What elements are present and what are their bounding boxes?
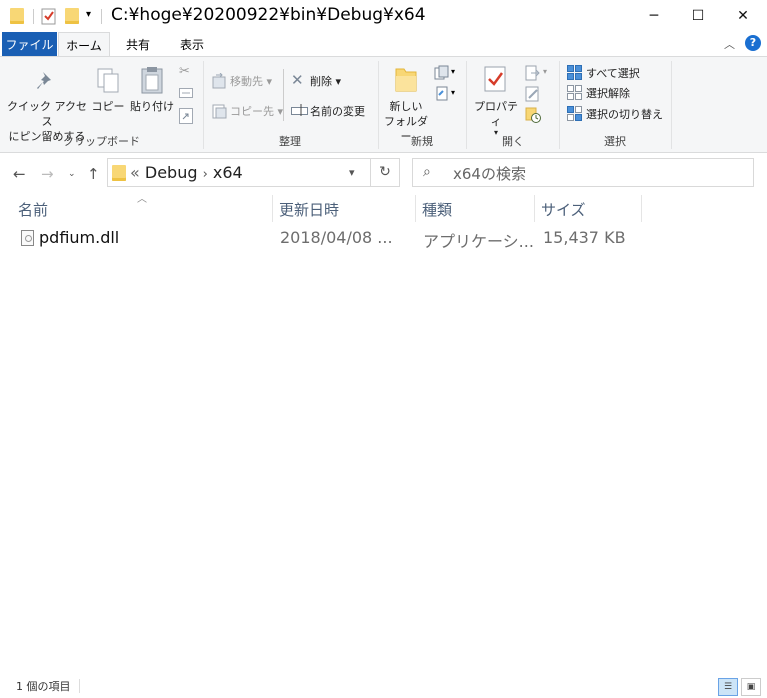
- copy-to-button[interactable]: コピー先 ▾: [230, 103, 283, 119]
- breadcrumb-x64[interactable]: x64: [213, 163, 243, 182]
- select-group-label: 選択: [604, 135, 626, 148]
- item-count: 1 個の項目: [16, 680, 71, 693]
- collapse-ribbon-icon[interactable]: ︿: [724, 36, 735, 52]
- separator: [79, 679, 80, 693]
- address-dropdown-icon[interactable]: ▾: [349, 166, 355, 179]
- open-dropdown-icon[interactable]: ▾: [543, 67, 547, 76]
- new-folder-label-line-1: 新しい: [389, 100, 423, 113]
- cut-icon[interactable]: ✂: [179, 64, 190, 79]
- properties-quick-access-icon[interactable]: [41, 7, 57, 25]
- properties-icon: [484, 66, 506, 92]
- edit-icon[interactable]: [525, 86, 541, 102]
- file-modified: 2018/04/08 ...: [280, 228, 393, 247]
- copy-path-icon[interactable]: [179, 88, 193, 98]
- new-item-icon[interactable]: [434, 65, 450, 81]
- column-header-size[interactable]: サイズ: [535, 197, 641, 222]
- search-icon: ⌕: [423, 164, 431, 180]
- move-to-button[interactable]: 移動先 ▾: [230, 73, 272, 89]
- window-title: C:¥hoge¥20200922¥bin¥Debug¥x64: [111, 5, 426, 25]
- up-button[interactable]: ↑: [87, 165, 100, 183]
- breadcrumb: « Debug › x64: [130, 163, 243, 182]
- paste-button[interactable]: 貼り付け: [128, 99, 176, 114]
- separator: [33, 9, 34, 24]
- properties-button[interactable]: プロパティ ▾: [470, 99, 522, 137]
- search-box[interactable]: ⌕ x64の検索: [412, 158, 754, 187]
- maximize-button[interactable]: ☐: [675, 0, 721, 32]
- invert-selection-button[interactable]: 選択の切り替え: [586, 106, 663, 122]
- new-folder-quick-access-icon[interactable]: [65, 8, 79, 24]
- delete-icon: ✕: [291, 71, 304, 89]
- customize-quick-access-icon[interactable]: ▾: [86, 9, 91, 20]
- move-to-label: 移動先: [230, 75, 263, 88]
- properties-label: プロパティ: [474, 100, 518, 128]
- history-icon[interactable]: [525, 107, 541, 123]
- folder-icon: [112, 165, 126, 181]
- details-view-button[interactable]: ☰: [718, 678, 738, 696]
- rename-button[interactable]: 名前の変更: [310, 103, 365, 119]
- select-all-icon: [567, 65, 582, 80]
- select-all-button[interactable]: すべて選択: [586, 65, 640, 81]
- pin-label-line-1: クイック アクセス: [7, 100, 87, 128]
- breadcrumb-separator: ›: [202, 167, 208, 182]
- easy-access-dropdown-icon[interactable]: ▾: [451, 88, 455, 97]
- address-bar[interactable]: « Debug › x64 ▾: [107, 158, 371, 187]
- column-header-name[interactable]: 名前: [12, 197, 272, 222]
- folder-icon: [10, 8, 24, 24]
- file-type: アプリケーシ...: [423, 232, 534, 251]
- delete-label: 削除: [310, 75, 332, 88]
- easy-access-icon[interactable]: [434, 86, 450, 102]
- minimize-button[interactable]: ─: [631, 0, 677, 32]
- title-bar: ▾ C:¥hoge¥20200922¥bin¥Debug¥x64 ─ ☐ ✕: [0, 0, 767, 32]
- paste-icon: [141, 67, 163, 94]
- refresh-button[interactable]: ↻: [371, 158, 400, 187]
- breadcrumb-overflow[interactable]: «: [130, 163, 140, 182]
- back-button[interactable]: ←: [13, 165, 26, 183]
- column-header-type[interactable]: 種類: [416, 197, 534, 222]
- group-separator: [671, 61, 672, 149]
- pin-icon: [37, 72, 51, 89]
- recent-locations-icon[interactable]: ⌄: [68, 169, 76, 179]
- column-header-modified[interactable]: 更新日時: [273, 197, 415, 222]
- organize-group-label: 整理: [279, 135, 301, 148]
- tab-share[interactable]: 共有: [112, 32, 164, 56]
- column-separator[interactable]: [641, 195, 642, 222]
- copy-button[interactable]: コピー: [90, 99, 126, 114]
- help-icon[interactable]: ?: [745, 35, 761, 51]
- new-group-label: 新規: [411, 135, 433, 148]
- paste-shortcut-icon[interactable]: [179, 108, 193, 124]
- ribbon: クイック アクセス にピン留めする コピー 貼り付け ✂ クリップボード 移動先…: [0, 56, 767, 153]
- delete-button[interactable]: 削除 ▾: [310, 73, 341, 89]
- new-folder-icon: [395, 68, 417, 92]
- search-placeholder: x64の検索: [453, 165, 526, 183]
- rename-icon: [291, 104, 308, 116]
- large-icons-view-button[interactable]: ▣: [741, 678, 761, 696]
- separator: [101, 9, 102, 24]
- copy-icon: [97, 68, 119, 93]
- move-to-icon: [212, 73, 226, 89]
- invert-selection-icon: [567, 106, 582, 121]
- breadcrumb-debug[interactable]: Debug: [145, 163, 198, 182]
- close-button[interactable]: ✕: [720, 0, 766, 32]
- file-name: pdfium.dll: [39, 228, 120, 247]
- separator: [283, 69, 284, 121]
- new-item-dropdown-icon[interactable]: ▾: [451, 67, 455, 76]
- open-group-label: 開く: [502, 135, 524, 148]
- copy-to-icon: [212, 104, 227, 119]
- forward-button[interactable]: →: [41, 165, 54, 183]
- tab-view[interactable]: 表示: [166, 32, 218, 56]
- select-none-icon: [567, 85, 582, 100]
- dll-file-icon: [21, 230, 34, 246]
- open-icon[interactable]: [525, 65, 541, 81]
- ribbon-tabs: ファイル ホーム 共有 表示: [0, 32, 767, 57]
- tab-home[interactable]: ホーム: [58, 32, 110, 57]
- status-bar: 1 個の項目 ☰ ▣: [0, 674, 767, 698]
- tab-file[interactable]: ファイル: [2, 32, 57, 56]
- file-row[interactable]: pdfium.dll 2018/04/08 ... アプリケーシ... 15,4…: [15, 225, 635, 251]
- file-size: 15,437 KB: [543, 228, 626, 247]
- clipboard-group-label: クリップボード: [63, 135, 140, 148]
- select-none-button[interactable]: 選択解除: [586, 85, 630, 101]
- copy-to-label: コピー先: [230, 105, 274, 118]
